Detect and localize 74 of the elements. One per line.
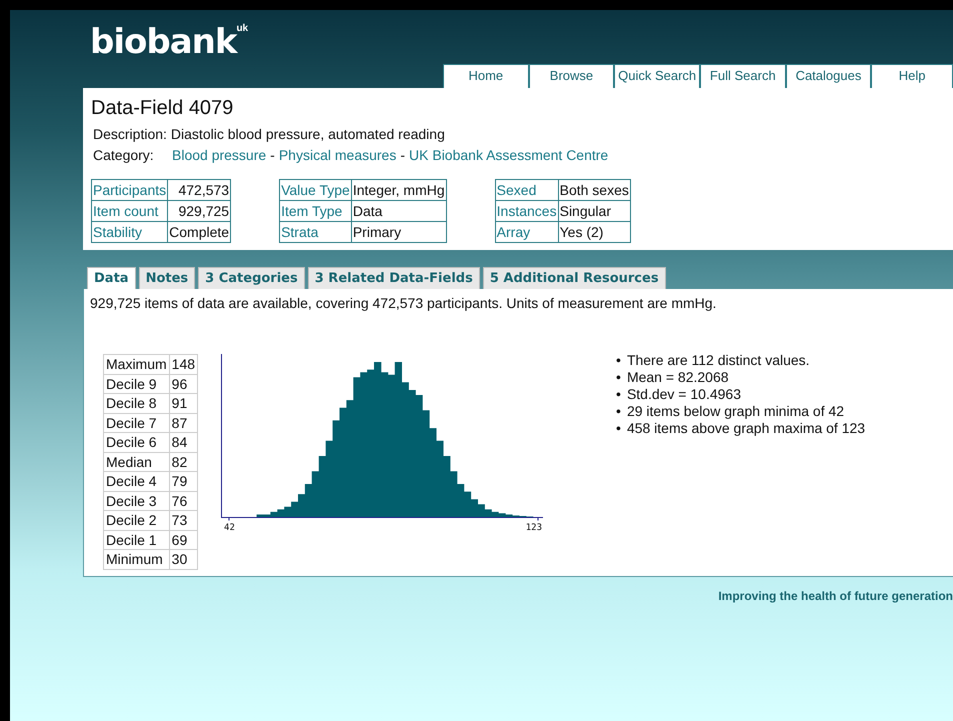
table-label: Decile 9 [104, 374, 170, 394]
table-value: Integer, mmHg [351, 180, 446, 200]
table-value: 82 [169, 452, 198, 472]
table-label: Decile 7 [104, 413, 170, 432]
tab[interactable]: 3 Related Data-Fields [308, 267, 480, 289]
table-label: Decile 2 [104, 510, 170, 530]
tab[interactable]: Notes [138, 267, 196, 289]
table-label: Decile 3 [104, 491, 170, 510]
table-label: Sexed [495, 180, 558, 200]
table-value: 79 [169, 472, 198, 491]
fact-item: 29 items below graph minima of 42 [626, 403, 844, 420]
table-value: 929,725 [168, 200, 231, 222]
table-value: 69 [169, 530, 198, 550]
table-label: Decile 4 [104, 472, 170, 491]
nav-link[interactable]: Catalogues [786, 64, 872, 88]
fact-item: Mean = 82.2068 [626, 369, 729, 386]
table-label: Strata [280, 222, 352, 242]
bullet-text: • [616, 369, 621, 386]
fact-item: Std.dev = 10.4963 [626, 386, 741, 403]
summary-text: 929,725 items of data are available, covering 472,573 participants. Units of measurement are mmHg. [90, 294, 718, 313]
category-link[interactable]: UK Biobank Assessment Centre [409, 145, 608, 166]
table-label: Minimum [104, 550, 170, 569]
separator-text: - [269, 146, 276, 165]
table-value: 87 [169, 413, 198, 432]
category-label: Category: [93, 146, 155, 165]
bullet-text: • [616, 386, 621, 403]
nav-link[interactable]: Help [871, 64, 953, 88]
table-label: Decile 8 [104, 394, 170, 413]
description-label: Description: [93, 125, 167, 144]
bullet-text: • [616, 403, 621, 420]
separator-text: - [399, 146, 406, 165]
tab[interactable]: 5 Additional Resources [482, 267, 666, 289]
table-label: Decile 6 [104, 432, 170, 452]
tab[interactable]: Data [87, 267, 136, 289]
table-value: 148 [169, 354, 198, 374]
nav-link[interactable]: Quick Search [614, 64, 700, 88]
table-label: Participants [92, 180, 168, 200]
table-value: Primary [351, 222, 446, 242]
footer-tagline: Improving the health of future generation [718, 588, 953, 605]
table-label: Stability [92, 222, 168, 242]
table-value: 91 [169, 394, 198, 413]
nav-link[interactable]: Full Search [700, 64, 786, 88]
description-text: Diastolic blood pressure, automated reading [170, 125, 445, 144]
page-title: Data-Field 4079 [91, 96, 234, 120]
table-value: Data [351, 200, 446, 222]
fact-item: 458 items above graph maxima of 123 [626, 420, 866, 437]
category-link[interactable]: Blood pressure [172, 145, 266, 166]
table-label: Array [495, 222, 558, 242]
table-value: 96 [169, 374, 198, 394]
table-label: Median [104, 452, 170, 472]
nav-link[interactable]: Browse [528, 64, 614, 88]
table-value: 472,573 [168, 180, 231, 200]
bullet-text: • [616, 352, 621, 369]
table-value: 76 [169, 491, 198, 510]
bullet-text: • [616, 420, 621, 437]
table-label: Item count [92, 200, 168, 222]
table-label: Maximum [104, 354, 170, 374]
category-link[interactable]: Physical measures [278, 145, 396, 166]
axis-label: 42 [224, 522, 235, 535]
fact-item: There are 112 distinct values. [626, 352, 810, 369]
axis-label: 123 [526, 522, 542, 535]
table-label: Decile 1 [104, 530, 170, 550]
tab[interactable]: 3 Categories [198, 267, 305, 289]
table-value: Yes (2) [558, 222, 630, 242]
table-value: Singular [558, 200, 630, 222]
table-value: 30 [169, 550, 198, 569]
table-value: Complete [168, 222, 231, 242]
table-label: Instances [495, 200, 558, 222]
table-value: 73 [169, 510, 198, 530]
table-value: 84 [169, 432, 198, 452]
table-value: Both sexes [558, 180, 630, 200]
table-label: Value Type [280, 180, 352, 200]
table-label: Item Type [280, 200, 352, 222]
nav-link[interactable]: Home [443, 64, 529, 88]
